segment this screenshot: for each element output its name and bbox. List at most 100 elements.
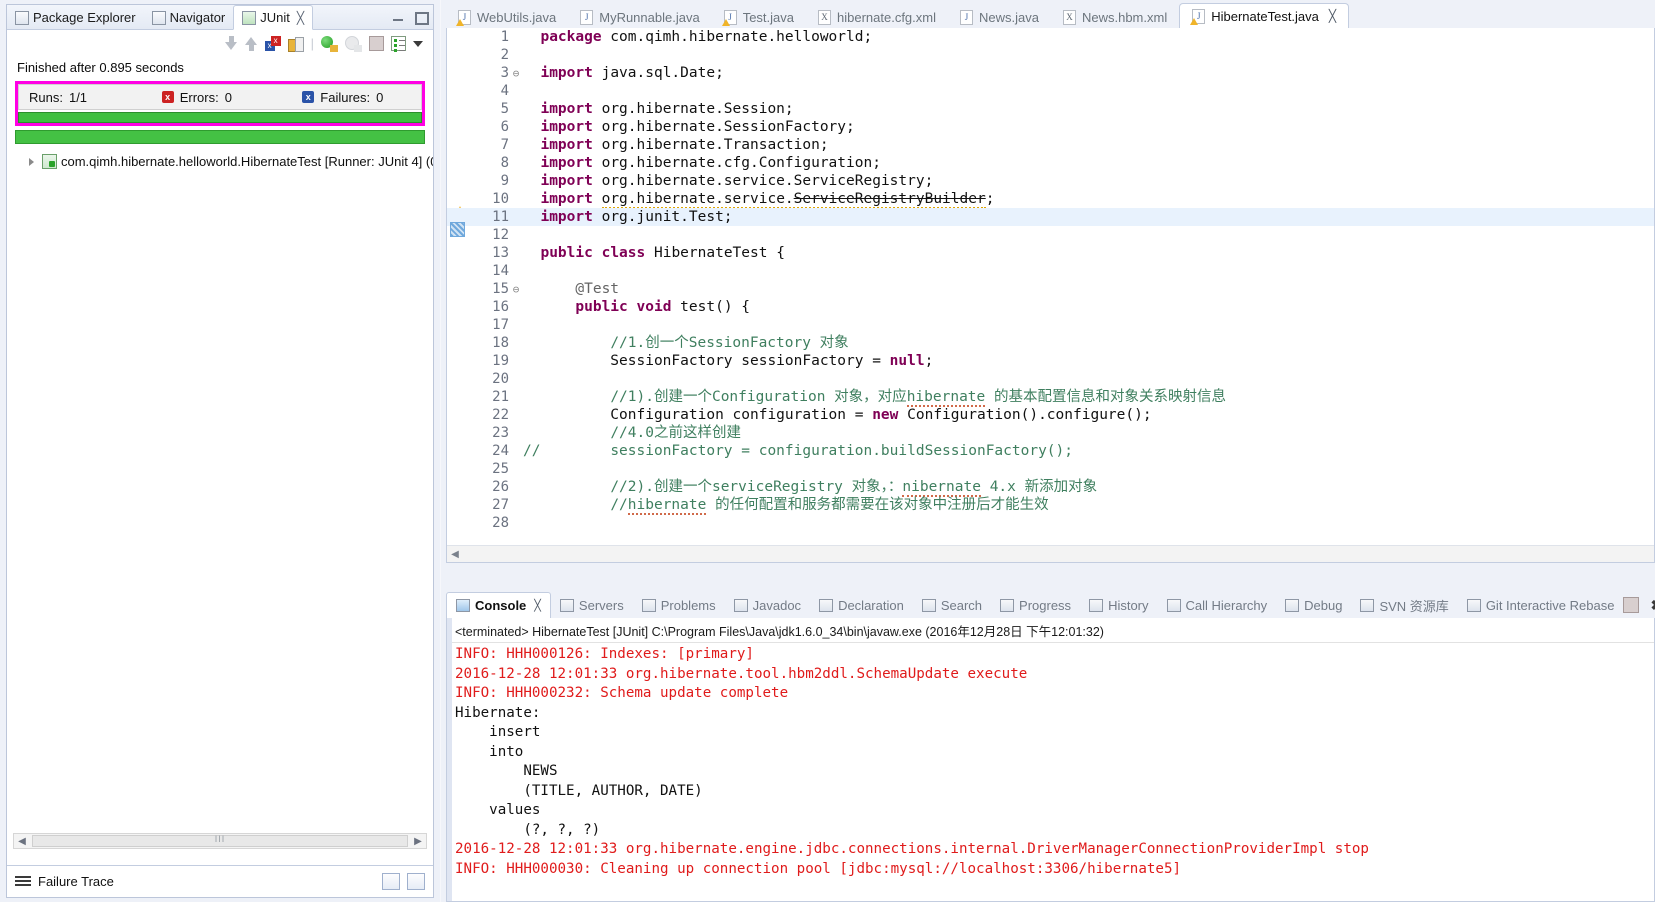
view-menu-caret-icon[interactable] [413, 40, 423, 47]
code-line[interactable]: 3⊖//import java.sql.Date; [447, 64, 1654, 82]
minimize-icon[interactable] [391, 10, 405, 24]
code-line[interactable]: 1//package com.qimh.hibernate.helloworld… [447, 28, 1654, 46]
scroll-right-icon[interactable]: ▶ [410, 836, 426, 847]
code-line[interactable]: 23// //4.0之前这样创建 [447, 424, 1654, 442]
console-tab-svn-[interactable]: SVN 资源库 [1351, 592, 1457, 618]
show-failures-only-icon[interactable] [264, 36, 281, 51]
code-line[interactable]: 2// [447, 46, 1654, 64]
debug-icon [1285, 598, 1300, 612]
code-line[interactable]: 15⊖// @Test [447, 280, 1654, 298]
editor-tab-news-java[interactable]: J News.java [948, 5, 1051, 29]
code-line[interactable]: 18// //1.创一个SessionFactory 对象 [447, 334, 1654, 352]
view-tab-navigator[interactable]: Navigator [144, 5, 234, 30]
code-line[interactable]: 20// [447, 370, 1654, 388]
code-line[interactable]: 7//import org.hibernate.Transaction; [447, 136, 1654, 154]
code-line[interactable]: 11//import org.junit.Test; [447, 208, 1654, 237]
rerun-failed-tests-icon[interactable] [345, 35, 362, 52]
console-tab-console[interactable]: Console ╳ [446, 592, 551, 618]
code-line[interactable]: 24 // sessionFactory = configuration.buil… [447, 442, 1654, 460]
editor-tab-myrunnable-java[interactable]: J MyRunnable.java [568, 5, 711, 29]
junit-tree-hscrollbar[interactable]: ◀ ▶ [13, 833, 427, 849]
stop-icon[interactable] [369, 36, 384, 51]
errors-value: 0 [224, 89, 232, 105]
fold-marker-icon[interactable]: ⊖ [509, 281, 523, 299]
junit-tree-item[interactable]: com.qimh.hibernate.helloworld.HibernateT… [7, 154, 433, 169]
code-line[interactable]: 17// [447, 316, 1654, 334]
code-line-text: import org.hibernate.cfg.Configuration; [540, 155, 881, 171]
terminate-icon[interactable] [1623, 597, 1640, 613]
code-line[interactable]: 14// [447, 262, 1654, 280]
console-tab-javadoc[interactable]: Javadoc [725, 592, 810, 618]
console-tab-debug[interactable]: Debug [1276, 592, 1351, 618]
close-icon[interactable]: ╳ [297, 11, 304, 25]
junit-results-tree[interactable]: com.qimh.hibernate.helloworld.HibernateT… [7, 154, 433, 494]
code-scroll-area[interactable]: 1 // package com.qimh.hibernate.helloworld… [447, 28, 1654, 544]
line-number: 1 [500, 29, 509, 45]
package-explorer-icon [15, 10, 29, 25]
editor-scroll-left-icon[interactable]: ◀ [447, 549, 463, 560]
expand-arrow-icon[interactable] [29, 157, 34, 166]
console-output-line: 2016-12-28 12:01:33 org.hibernate.engine… [455, 841, 1369, 857]
line-number: 11 [492, 209, 509, 225]
editor-hscrollbar[interactable]: ◀ [447, 545, 1654, 562]
editor-tab-webutils-java[interactable]: J WebUtils.java [446, 5, 568, 29]
remove-launch-icon[interactable]: ✖ [1648, 597, 1655, 613]
rerun-test-icon[interactable] [321, 35, 338, 52]
code-line[interactable]: 22// Configuration configuration = new C… [447, 406, 1654, 424]
code-line[interactable]: 6//import org.hibernate.SessionFactory; [447, 118, 1654, 136]
scroll-left-icon[interactable]: ◀ [14, 836, 30, 847]
code-line-text: //1).创建一个Configuration 对象，对应hibernate 的基… [610, 389, 1226, 407]
console-tab-problems[interactable]: Problems [633, 592, 725, 618]
java-editor[interactable]: 1 // package com.qimh.hibernate.helloworld… [446, 28, 1655, 563]
view-menu-icon[interactable] [391, 36, 406, 51]
code-line[interactable]: 10//import org.hibernate.service.Service… [447, 190, 1654, 217]
code-line[interactable]: 28// [447, 514, 1654, 532]
console-tab-declaration[interactable]: Declaration [810, 592, 913, 618]
code-line-text: //1.创一个SessionFactory 对象 [610, 335, 849, 351]
code-line[interactable]: 25// [447, 460, 1654, 478]
console-tab-git-interactive-rebase[interactable]: Git Interactive Rebase [1458, 592, 1624, 618]
previous-failure-icon[interactable] [244, 36, 258, 51]
copy-trace-button[interactable] [382, 873, 400, 890]
scroll-thumb[interactable] [32, 835, 408, 847]
code-line[interactable]: 9//import org.hibernate.service.ServiceR… [447, 172, 1654, 190]
console-tab-progress[interactable]: Progress [991, 592, 1080, 618]
close-icon[interactable]: ╳ [1329, 9, 1336, 23]
editor-tab-test-java[interactable]: J Test.java [712, 5, 806, 29]
console-tab-search[interactable]: Search [913, 592, 991, 618]
console-tab-label: Call Hierarchy [1185, 597, 1268, 613]
code-line-text: import org.hibernate.Transaction; [540, 137, 829, 153]
runs-value: 1/1 [68, 89, 88, 105]
editor-tab-hibernate-cfg-xml[interactable]: Xhibernate.cfg.xml [806, 5, 948, 29]
code-line[interactable]: 13//public class HibernateTest { [447, 244, 1654, 262]
code-line[interactable]: 27// //hibernate 的任何配置和服务都需要在该对象中注册后才能生效 [447, 496, 1654, 515]
view-tab-junit[interactable]: JUnit ╳ [233, 5, 314, 30]
code-line[interactable]: 19// SessionFactory sessionFactory = nul… [447, 352, 1654, 370]
code-line[interactable]: 5//import org.hibernate.Session; [447, 100, 1654, 118]
code-line[interactable]: 12// [447, 226, 1654, 244]
lock-scroll-icon[interactable] [287, 36, 304, 52]
code-line[interactable]: 21// //1).创建一个Configuration 对象，对应hiberna… [447, 388, 1654, 407]
code-line[interactable]: 4// [447, 82, 1654, 100]
editor-tab-news-hbm-xml[interactable]: X News.hbm.xml [1051, 5, 1179, 29]
view-tab-package-explorer[interactable]: Package Explorer [7, 5, 144, 30]
next-failure-icon[interactable] [224, 36, 238, 51]
code-line[interactable]: 26// //2).创建一个serviceRegistry 对象，：nibern… [447, 478, 1654, 497]
fold-marker-icon[interactable]: ⊖ [509, 65, 523, 83]
editor-tab-hibernatetest-java[interactable]: J HibernateTest.java ╳ [1179, 3, 1350, 29]
code-line-text: import org.hibernate.service.ServiceRegi… [540, 173, 934, 189]
close-icon[interactable]: ╳ [534, 599, 541, 612]
console-output-area[interactable]: <terminated> HibernateTest [JUnit] C:\Pr… [446, 618, 1655, 902]
maximize-icon[interactable] [413, 10, 429, 25]
filter-stack-trace-button[interactable] [407, 873, 425, 890]
code-line[interactable]: 8//import org.hibernate.cfg.Configuratio… [447, 154, 1654, 172]
console-tab-call-hierarchy[interactable]: Call Hierarchy [1158, 592, 1277, 618]
runs-counter: Runs: 1/1 [19, 90, 152, 105]
code-line[interactable]: 16// public void test() { [447, 298, 1654, 316]
console-tabrow: Console ╳ Servers Problems Javadoc Declaratio… [446, 592, 1655, 618]
console-tab-label: SVN 资源库 [1379, 598, 1449, 614]
code-line-text: //4.0之前这样创建 [610, 425, 741, 441]
console-output-line: insert [455, 724, 549, 740]
console-tab-history[interactable]: History [1080, 592, 1157, 618]
console-tab-servers[interactable]: Servers [551, 592, 633, 618]
